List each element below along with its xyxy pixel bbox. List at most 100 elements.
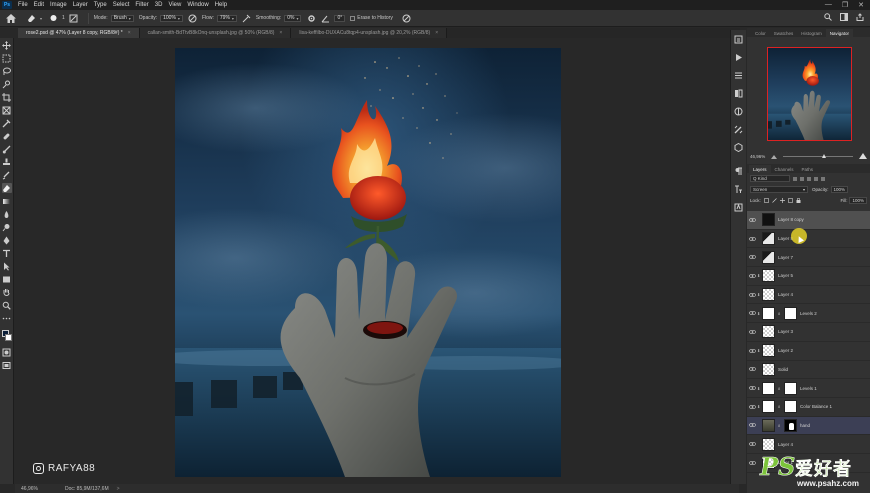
home-icon[interactable] [4,11,18,25]
layer-mask-thumbnail[interactable] [784,381,797,395]
layer-mask-thumbnail[interactable] [784,400,797,414]
eye-icon[interactable] [747,435,757,453]
eye-icon[interactable] [747,416,757,434]
eye-icon[interactable] [747,267,757,285]
layer-row[interactable]: ⬇ 8 Levels 2 [747,304,870,324]
background-color[interactable] [4,334,12,341]
rectangle-tool-icon[interactable] [2,274,12,284]
menu-select[interactable]: Select [110,2,133,8]
more-tools-icon[interactable] [2,313,12,323]
smoothing-input[interactable]: 0% ▾ [284,14,302,22]
share-icon[interactable] [856,13,864,23]
actions-play-icon[interactable] [734,52,744,62]
menu-layer[interactable]: Layer [70,2,91,8]
layer-kind-filter[interactable]: Q Kind [750,175,790,182]
eye-icon[interactable] [747,323,757,341]
search-icon[interactable] [824,13,832,23]
brush-preset-icon[interactable] [48,13,58,23]
link-icon[interactable]: 8 [778,423,782,428]
layer-mask-thumbnail[interactable] [784,306,797,320]
layer-row[interactable]: Solid [747,361,870,380]
frame-tool-icon[interactable] [2,105,12,115]
navigator-zoom-slider[interactable] [783,154,853,158]
layer-row[interactable]: Layer 8 copy [747,211,870,230]
menu-help[interactable]: Help [212,2,230,8]
character-icon[interactable] [734,184,744,194]
layer-thumbnail[interactable] [762,400,775,414]
navigator-preview[interactable] [767,47,852,141]
status-menu-arrow[interactable]: > [117,486,120,492]
layer-row[interactable]: 8 hand [747,416,870,436]
eraser-tool-icon[interactable] [26,13,36,23]
layer-row[interactable]: Layer 8 [747,230,870,249]
minimize-button[interactable]: — [825,1,832,9]
eraser-tool-icon[interactable] [1,183,12,193]
screen-mode-icon[interactable] [2,360,12,370]
libraries-icon[interactable] [734,88,744,98]
eye-icon[interactable] [747,211,757,229]
tab-swatches[interactable]: Swatches [770,29,798,37]
eye-icon[interactable] [747,304,757,322]
eye-icon[interactable] [747,230,757,248]
path-select-tool-icon[interactable] [2,261,12,271]
lock-position-icon[interactable] [779,197,785,204]
eye-icon[interactable] [747,454,757,472]
hand-tool-icon[interactable] [2,287,12,297]
tool-preset-caret-icon[interactable]: ▾ [40,16,42,21]
layer-row[interactable]: Layer 3 [747,323,870,342]
pressure-size-icon[interactable] [402,13,412,23]
lasso-tool-icon[interactable] [2,66,12,76]
quick-select-tool-icon[interactable] [2,79,12,89]
lock-transparent-icon[interactable] [763,197,769,204]
glyphs-icon[interactable] [734,202,744,212]
eye-icon[interactable] [747,342,757,360]
crop-tool-icon[interactable] [2,92,12,102]
layer-thumbnail[interactable] [762,325,775,339]
layer-row[interactable]: ⬇ Layer 5 [747,267,870,286]
eye-icon[interactable] [747,360,757,378]
paragraph-icon[interactable] [734,166,744,176]
layer-thumbnail[interactable] [762,437,775,451]
layer-thumbnail[interactable] [762,362,775,376]
blur-tool-icon[interactable] [2,209,12,219]
properties-icon[interactable] [734,70,744,80]
layer-row[interactable]: ⬇ Layer 4 [747,286,870,305]
layer-row[interactable]: ⬇ 8 Color Balance 1 [747,398,870,417]
smoothing-gear-icon[interactable] [306,13,316,23]
healing-brush-tool-icon[interactable] [2,131,12,141]
zoom-slider-knob[interactable] [821,154,826,158]
tab-color[interactable]: Color [751,29,770,37]
status-zoom[interactable]: 46,96% [15,486,45,492]
color-swatches[interactable] [1,329,13,343]
clone-stamp-tool-icon[interactable] [2,157,12,167]
eye-icon[interactable] [747,379,757,397]
filter-smart-icon[interactable] [821,176,825,181]
layer-row[interactable]: Layer 7 [747,248,870,268]
dodge-tool-icon[interactable] [2,222,12,232]
link-icon[interactable]: 8 [778,386,782,391]
pressure-opacity-icon[interactable] [188,13,198,23]
close-button[interactable]: ✕ [858,1,864,9]
close-icon[interactable]: × [435,30,438,36]
tab-rose2[interactable]: rose2.psd @ 47% (Layer 8 copy, RGB/8#) *… [18,28,140,38]
gradient-tool-icon[interactable] [2,196,12,206]
blend-mode-select[interactable]: Screen ▾ [750,186,808,193]
menu-image[interactable]: Image [47,2,70,8]
eye-icon[interactable] [747,286,757,304]
filter-adjust-icon[interactable] [800,176,804,181]
zoom-tool-icon[interactable] [2,300,12,310]
menu-3d[interactable]: 3D [152,2,166,8]
menu-file[interactable]: File [15,2,31,8]
menu-type[interactable]: Type [91,2,110,8]
workspace-icon[interactable] [840,13,848,23]
tab-layers[interactable]: Layers [749,165,771,173]
quick-mask-icon[interactable] [2,347,12,357]
menu-window[interactable]: Window [184,2,211,8]
lock-all-icon[interactable] [796,197,801,204]
marquee-tool-icon[interactable] [2,53,12,63]
lock-artboard-icon[interactable] [787,197,793,204]
tab-callan-smith[interactable]: callan-smith-BdTtvB8kOnq-unsplash.jpg @ … [139,28,292,38]
navigator-zoom-value[interactable]: 46,96% [750,154,765,159]
zoom-in-icon[interactable] [859,153,867,160]
tab-navigator[interactable]: Navigator [825,29,854,37]
